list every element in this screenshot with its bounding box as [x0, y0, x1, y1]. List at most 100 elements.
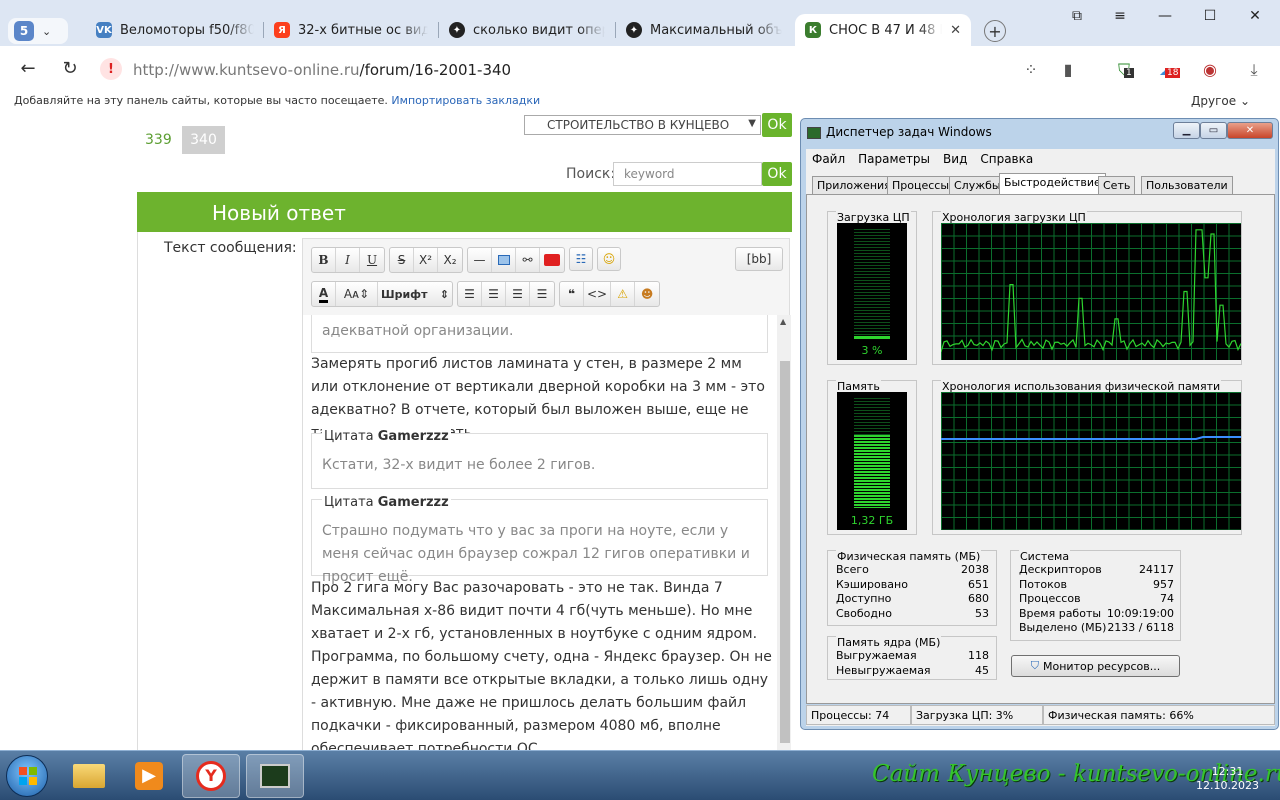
- youtube-button[interactable]: [540, 248, 564, 272]
- taskbar-task-manager[interactable]: [246, 754, 304, 798]
- search-ok-button[interactable]: Ok: [762, 162, 792, 186]
- tm-minimize-button[interactable]: ▁: [1173, 122, 1200, 139]
- youtube-icon: [544, 254, 560, 266]
- quote-block: Цитата Gamerzzz Кстати, 32-х видит не бо…: [311, 425, 768, 489]
- image-button[interactable]: [492, 248, 516, 272]
- menu-options[interactable]: Параметры: [858, 152, 930, 166]
- taskbar-yandex-browser[interactable]: Y: [182, 754, 240, 798]
- maximize-button[interactable]: ☐: [1195, 8, 1225, 24]
- url-host: http://www.kuntsevo-online.ru: [133, 61, 360, 79]
- bold-button[interactable]: B: [312, 248, 336, 272]
- editor-scrollbar[interactable]: ▲: [777, 315, 791, 750]
- clock[interactable]: 12:31 12.10.2023: [1196, 765, 1259, 793]
- font-size-select[interactable]: Aᴀ ⇕: [336, 282, 378, 306]
- apps-icon[interactable]: ⁘: [1021, 60, 1041, 79]
- strike-button[interactable]: S: [390, 248, 414, 272]
- import-bookmarks-link[interactable]: Импортировать закладки: [391, 94, 540, 107]
- close-tab-icon[interactable]: ✕: [950, 23, 961, 38]
- chevron-down-icon: ⌄: [42, 24, 52, 38]
- tab-applications[interactable]: Приложения: [812, 176, 896, 195]
- search-input[interactable]: keyword: [613, 162, 762, 186]
- menu-help[interactable]: Справка: [980, 152, 1033, 166]
- tab-performance[interactable]: Быстродействие: [999, 173, 1106, 195]
- horizontal-rule-button[interactable]: —: [468, 248, 492, 272]
- cpu-history-graph: [941, 223, 1241, 360]
- url-field[interactable]: http://www.kuntsevo-online.ru/forum/16-2…: [133, 61, 511, 79]
- quote-author: Gamerzzz: [377, 495, 449, 510]
- page-link-339[interactable]: 339: [145, 132, 172, 148]
- align-left-button[interactable]: ☰: [458, 282, 482, 306]
- text-color-button[interactable]: A: [312, 282, 336, 306]
- tab-services[interactable]: Службы: [949, 176, 1006, 195]
- spoiler-button[interactable]: ⚠: [611, 282, 636, 306]
- extension-badge: 18: [1165, 68, 1181, 78]
- tm-menu-bar: Файл Параметры Вид Справка: [806, 149, 1275, 169]
- section-select[interactable]: СТРОИТЕЛЬСТВО В КУНЦЕВО ▼: [524, 115, 761, 135]
- link-icon: ⚯: [522, 253, 533, 267]
- tm-close-button[interactable]: ✕: [1227, 122, 1273, 139]
- insecure-warning-icon[interactable]: !: [100, 58, 122, 80]
- hide-button[interactable]: ☻: [635, 282, 659, 306]
- smiley-button[interactable]: ☺: [597, 247, 621, 271]
- subscript-button[interactable]: X₂: [438, 248, 462, 272]
- underline-button[interactable]: U: [360, 248, 384, 272]
- clock-date: 12.10.2023: [1196, 779, 1259, 792]
- shield-extension-icon[interactable]: ⛉1: [1114, 60, 1134, 80]
- message-textarea[interactable]: адекватной организации. Замерять прогиб …: [303, 315, 777, 750]
- menu-file[interactable]: Файл: [812, 152, 845, 166]
- scroll-up-icon: ▲: [780, 317, 787, 326]
- quote-button[interactable]: ❝: [560, 282, 584, 306]
- cpu-value: 3 %: [861, 344, 883, 357]
- align-right-button[interactable]: ☰: [506, 282, 530, 306]
- chevron-icon: ⇕: [439, 287, 449, 301]
- superscript-button[interactable]: X²: [414, 248, 438, 272]
- code-button[interactable]: <>: [584, 282, 612, 306]
- new-tab-button[interactable]: +: [984, 20, 1006, 42]
- memory-meter: 1,32 ГБ: [837, 392, 907, 530]
- justify-button[interactable]: ☰: [530, 282, 554, 306]
- scrollbar-thumb[interactable]: [780, 361, 790, 743]
- tab-users[interactable]: Пользователи: [1141, 176, 1233, 195]
- profile-extension-icon[interactable]: ◉: [1200, 60, 1220, 79]
- workspace-switcher[interactable]: 5 ⌄: [8, 18, 68, 44]
- list-button[interactable]: ☷: [569, 247, 593, 271]
- tab-3[interactable]: ✦ сколько видит операт: [439, 14, 615, 46]
- align-center-button[interactable]: ☰: [482, 282, 506, 306]
- back-button[interactable]: ←: [16, 58, 40, 79]
- taskbar-explorer[interactable]: [60, 754, 118, 798]
- close-window-button[interactable]: ✕: [1240, 8, 1270, 24]
- section-ok-button[interactable]: Ok: [762, 113, 792, 137]
- tab-2[interactable]: Я 32-х битные ос видят: [264, 14, 438, 46]
- performance-panel: Загрузка ЦП 3 % Хронология загрузки ЦП П…: [806, 194, 1275, 704]
- download-icon[interactable]: ⤓: [1244, 60, 1264, 80]
- start-button[interactable]: [6, 755, 48, 797]
- menu-view[interactable]: Вид: [943, 152, 967, 166]
- bookmark-icon[interactable]: ▮: [1058, 60, 1078, 79]
- cloud-extension-icon[interactable]: ☁18: [1157, 60, 1181, 79]
- tab-processes[interactable]: Процессы: [887, 176, 955, 195]
- stat-row: Доступно 680: [836, 592, 989, 605]
- resource-monitor-button[interactable]: ⛉ Монитор ресурсов...: [1011, 655, 1180, 677]
- reload-button[interactable]: ↻: [58, 58, 82, 79]
- cpu-meter: 3 %: [837, 223, 907, 360]
- taskbar-media-player[interactable]: ▶: [120, 754, 178, 798]
- memory-history-line: [941, 436, 1241, 440]
- other-bookmarks[interactable]: Другое ⌄: [1191, 94, 1250, 108]
- tabs-menu-icon[interactable]: ⧉: [1062, 8, 1092, 24]
- tm-maximize-button[interactable]: ▭: [1200, 122, 1227, 139]
- menu-icon[interactable]: ≡: [1105, 8, 1135, 24]
- italic-button[interactable]: I: [336, 248, 360, 272]
- stat-row: Выгружаемая 118: [836, 649, 989, 662]
- stat-row: Невыгружаемая 45: [836, 663, 989, 677]
- system-box: Система Дескрипторов 24117 Потоков 957 Про…: [1010, 550, 1181, 641]
- tab-5-active[interactable]: К СНОС В 47 И 48 КВ ✕: [795, 14, 971, 46]
- tab-4[interactable]: ✦ Максимальный объё: [616, 14, 792, 46]
- bbcode-button[interactable]: [bb]: [735, 247, 783, 271]
- minimize-button[interactable]: —: [1150, 8, 1180, 24]
- smiley-icon: ☺: [602, 252, 616, 266]
- taskbar: ▶ Y Сайт Кунцево - kuntsevo-online.ru 12…: [0, 750, 1280, 800]
- tab-network[interactable]: Сеть: [1098, 176, 1136, 195]
- tab-1[interactable]: VK Веломоторы f50/f80 с: [86, 14, 264, 46]
- font-select[interactable]: Шрифт ⇕: [378, 282, 452, 306]
- link-button[interactable]: ⚯: [516, 248, 540, 272]
